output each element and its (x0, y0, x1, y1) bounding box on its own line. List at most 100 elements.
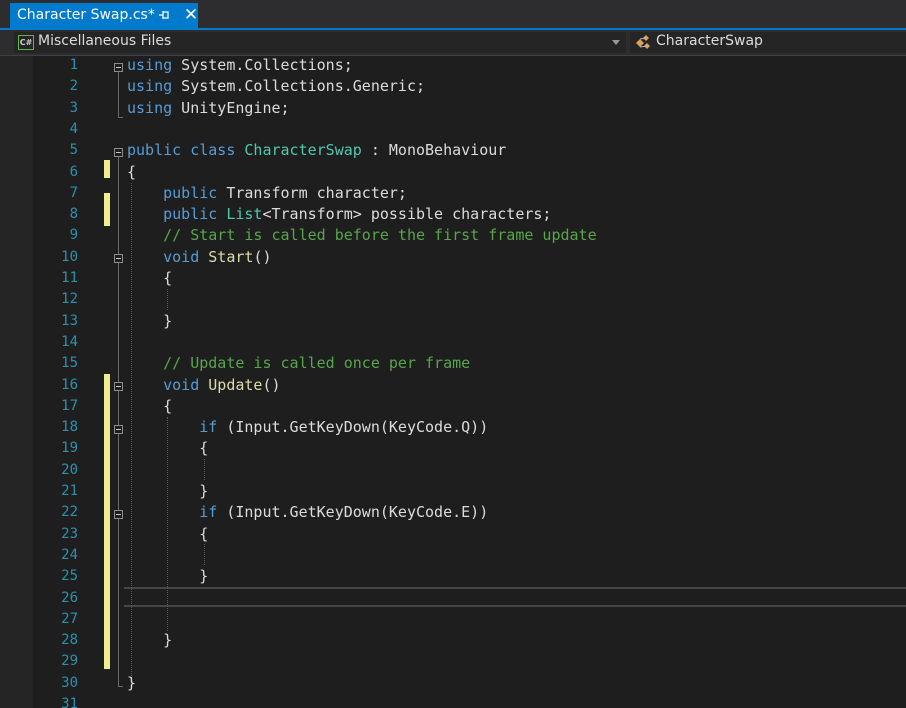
code-token: using (127, 98, 173, 117)
csharp-file-icon: C# (18, 35, 34, 50)
code-token: // Update is called once per frame (163, 354, 471, 373)
code-line[interactable]: { (127, 524, 208, 545)
code-editor[interactable]: 1 using System.Collections; 2 using System.… (0, 56, 906, 708)
line-number: 19 (61, 440, 78, 457)
indent-guide (204, 459, 205, 480)
line-number: 24 (61, 546, 78, 563)
code-line[interactable]: } (127, 481, 208, 502)
line-number: 5 (69, 142, 78, 159)
code-token: } (127, 631, 173, 650)
outline-line (118, 117, 123, 118)
code-token: CharacterSwap (244, 141, 362, 160)
change-indicator (104, 193, 110, 226)
indent-guide (167, 289, 168, 310)
class-dropdown-label: CharacterSwap (656, 33, 763, 49)
line-number: 2 (69, 78, 78, 95)
code-line[interactable]: void Update() (127, 375, 280, 396)
code-line[interactable]: using System.Collections.Generic; (127, 76, 425, 97)
code-token: class (190, 141, 236, 160)
outline-line (118, 72, 119, 117)
line-number: 28 (61, 632, 78, 649)
code-token: System.Collections.Generic; (172, 77, 426, 96)
code-line[interactable]: // Update is called once per frame (127, 353, 470, 374)
line-number: 30 (61, 674, 78, 691)
navigation-bar: C# Miscellaneous Files CharacterSwap (0, 30, 906, 56)
code-line[interactable]: { (127, 438, 208, 459)
collapse-toggle[interactable] (114, 254, 123, 263)
pin-icon[interactable] (158, 8, 170, 22)
line-number: 21 (61, 483, 78, 499)
code-line[interactable]: { (127, 162, 136, 183)
code-line[interactable]: } (127, 673, 136, 694)
code-token: using (127, 56, 173, 74)
code-token: void (163, 375, 200, 394)
collapse-toggle[interactable] (114, 425, 123, 434)
code-line[interactable]: if (Input.GetKeyDown(KeyCode.Q)) (127, 417, 488, 438)
code-line[interactable]: { (127, 268, 172, 289)
code-token: } (127, 482, 209, 500)
class-dropdown[interactable]: CharacterSwap (630, 32, 906, 53)
project-dropdown-label: Miscellaneous Files (38, 33, 172, 49)
document-tab-strip: Character Swap.cs* ✕ (0, 0, 906, 30)
code-token: } (127, 311, 173, 330)
code-token: } (127, 673, 137, 692)
collapse-toggle[interactable] (114, 63, 123, 72)
line-number: 15 (61, 355, 78, 372)
change-indicator (104, 374, 110, 669)
code-line[interactable]: if (Input.GetKeyDown(KeyCode.E)) (127, 502, 488, 523)
code-line[interactable]: { (127, 396, 172, 417)
collapse-toggle[interactable] (114, 510, 123, 519)
line-number: 10 (61, 248, 78, 265)
code-line[interactable]: void Start() (127, 247, 271, 268)
code-line[interactable]: using System.Collections; (127, 56, 353, 76)
code-line[interactable]: } (127, 311, 172, 332)
code-token: List (226, 205, 263, 224)
document-tab-title[interactable]: Character Swap.cs* (17, 7, 155, 23)
code-token: public (127, 141, 182, 160)
code-token: Transform character; (217, 183, 407, 202)
chevron-down-icon[interactable] (612, 40, 620, 45)
outline-line (118, 263, 119, 330)
line-number: 12 (61, 291, 78, 308)
line-number: 13 (61, 312, 78, 329)
code-token: void (163, 247, 200, 266)
line-number: 3 (69, 99, 78, 116)
code-token: UnityEngine; (172, 98, 290, 117)
code-line[interactable]: using UnityEngine; (127, 98, 290, 119)
collapse-toggle[interactable] (114, 148, 123, 157)
code-line[interactable]: } (127, 566, 208, 587)
line-number: 25 (61, 568, 78, 585)
code-line[interactable]: // Start is called before the first fram… (127, 225, 597, 246)
code-token: { (127, 269, 173, 287)
line-number: 1 (69, 57, 78, 73)
line-number: 17 (61, 397, 78, 414)
code-token: (Input.GetKeyDown(KeyCode.Q)) (217, 418, 489, 437)
project-dropdown[interactable]: C# Miscellaneous Files (14, 32, 626, 53)
collapse-toggle[interactable] (114, 382, 123, 391)
code-token: // Start is called before the first fram… (163, 226, 597, 245)
line-number: 20 (61, 461, 78, 478)
code-line[interactable]: public class CharacterSwap : MonoBehavio… (127, 140, 506, 161)
line-number: 26 (61, 589, 78, 606)
code-token: Update (208, 375, 263, 394)
document-tab[interactable]: Character Swap.cs* ✕ (10, 3, 198, 28)
code-line[interactable]: public Transform character; (127, 183, 407, 204)
line-number: 6 (69, 163, 78, 180)
line-number: 23 (61, 525, 78, 542)
line-number: 31 (61, 696, 78, 708)
code-line[interactable]: } (127, 630, 172, 651)
code-line[interactable]: public List<Transform> possible characte… (127, 204, 551, 225)
code-token: System.Collections; (172, 56, 353, 74)
indent-guide (204, 544, 205, 565)
code-token: Start (208, 247, 254, 266)
close-tab-icon[interactable]: ✕ (182, 5, 200, 25)
